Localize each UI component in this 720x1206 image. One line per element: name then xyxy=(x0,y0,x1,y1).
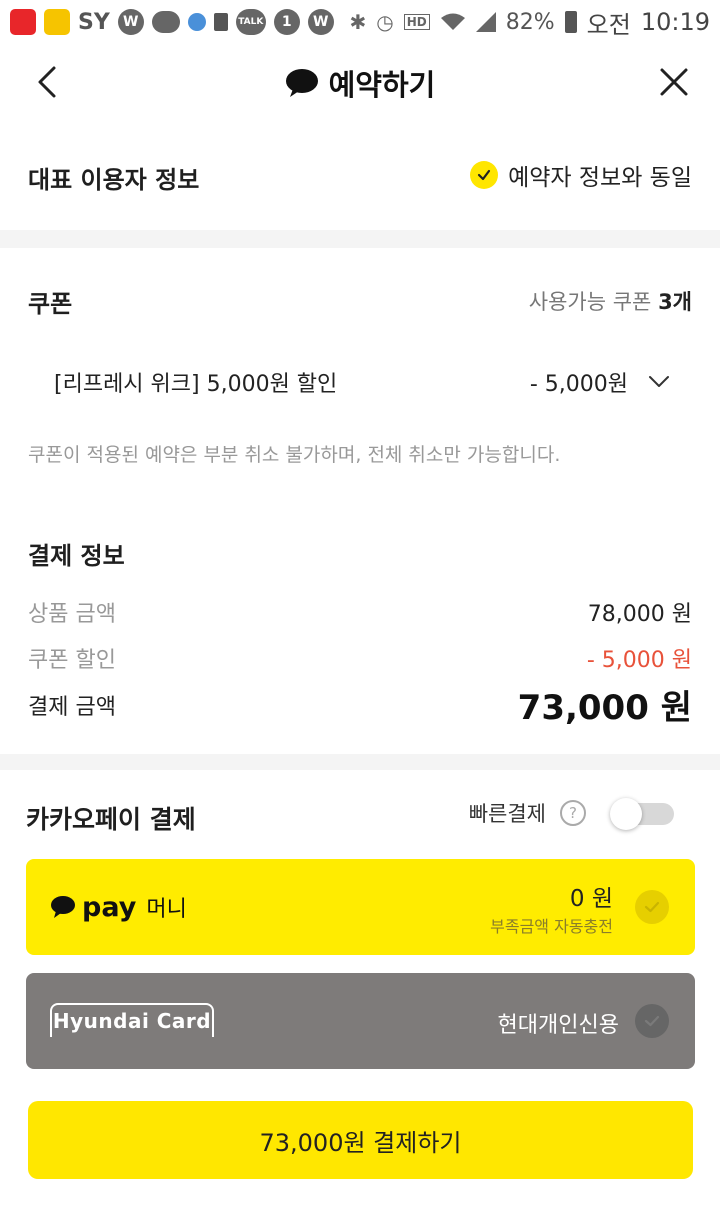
pay-word: pay xyxy=(82,891,137,923)
alarm-icon: ◷ xyxy=(376,10,394,34)
money-label: 머니 xyxy=(146,897,187,922)
product-amount-label: 상품 금액 xyxy=(28,602,116,627)
talk-icon: TALK xyxy=(235,9,266,35)
page-title: 예약하기 xyxy=(328,68,436,102)
quick-pay-group: 빠른결제 ? xyxy=(468,798,674,830)
coupon-discount-row: 쿠폰 할인 - 5,000 원 xyxy=(28,642,692,674)
check-icon xyxy=(635,890,669,924)
speech-bubble-icon xyxy=(285,69,318,97)
coupon-dropdown[interactable]: [리프레시 위크] 5,000원 할인 - 5,000원 xyxy=(54,362,670,402)
hd-label: HD xyxy=(406,15,427,29)
quick-pay-label: 빠른결제 xyxy=(468,802,546,826)
toggle-knob xyxy=(610,798,642,830)
title-group: 예약하기 xyxy=(0,62,720,104)
coupon-notice: 쿠폰이 적용된 예약은 부분 취소 불가하며, 전체 취소만 가능합니다. xyxy=(28,444,561,466)
total-amount-label: 결제 금액 xyxy=(28,694,116,720)
help-icon[interactable]: ? xyxy=(560,800,586,826)
coupon-section: 쿠폰 사용가능 쿠폰 3개 [리프레시 위크] 5,000원 할인 - 5,00… xyxy=(0,248,720,498)
coupon-title: 쿠폰 xyxy=(28,290,73,318)
signal-icon xyxy=(475,12,496,32)
kakaopay-title: 카카오페이 결제 xyxy=(26,805,196,834)
close-button[interactable] xyxy=(654,62,694,102)
coupon-selected-amount: - 5,000원 xyxy=(529,372,628,397)
w-icon: W xyxy=(307,9,334,35)
coupon-available-count: 3개 xyxy=(658,290,692,314)
representative-user-label: 대표 이용자 정보 xyxy=(28,166,200,194)
same-as-booker-checkbox[interactable]: 예약자 정보와 동일 xyxy=(470,158,692,192)
section-divider xyxy=(0,754,720,770)
money-amount: 0 원 xyxy=(569,886,613,912)
battery-icon xyxy=(564,11,577,33)
bluetooth-icon: ✱ xyxy=(349,10,367,34)
app-kb-icon xyxy=(44,9,70,35)
close-icon xyxy=(660,68,688,96)
status-bar: SY W TALK 1 W ✱ ◷ HD 82% 오전 10:19 xyxy=(0,0,720,44)
hyundai-card-option[interactable]: Hyundai Card 현대개인신용 xyxy=(26,973,695,1069)
coupon-selected-name: [리프레시 위크] 5,000원 할인 xyxy=(54,372,338,397)
payment-info-section: 결제 정보 상품 금액 78,000 원 쿠폰 할인 - 5,000 원 결제 … xyxy=(0,520,720,750)
kakaopay-section: 카카오페이 결제 빠른결제 ? pay 머니 0 원 부족금액 자동충전 Hyu… xyxy=(0,770,720,1206)
app-shopping-icon xyxy=(10,9,36,35)
product-amount-row: 상품 금액 78,000 원 xyxy=(28,596,692,628)
chevron-down-icon xyxy=(649,376,669,387)
total-amount-value: 73,000 원 xyxy=(517,688,692,728)
money-auto-charge-note: 부족금액 자동충전 xyxy=(490,917,613,936)
check-icon xyxy=(635,1004,669,1038)
clock-time: 10:19 xyxy=(640,8,710,36)
payment-info-title: 결제 정보 xyxy=(28,542,125,570)
talk-label: TALK xyxy=(238,17,264,27)
sy-text: SY xyxy=(78,9,110,35)
coupon-available: 사용가능 쿠폰 3개 xyxy=(529,286,692,316)
pay-button[interactable]: 73,000원 결제하기 xyxy=(28,1101,693,1179)
chat-bubble-icon xyxy=(151,11,180,33)
badge-one-label: 1 xyxy=(281,14,292,30)
coupon-available-prefix: 사용가능 쿠폰 xyxy=(528,290,659,314)
check-icon xyxy=(470,161,499,189)
speech-bubble-icon xyxy=(51,896,75,918)
representative-user-section: 대표 이용자 정보 예약자 정보와 동일 xyxy=(0,130,720,230)
sim-icon xyxy=(213,13,228,31)
coupon-discount-value: - 5,000 원 xyxy=(586,648,692,673)
battery-percent: 82% xyxy=(505,9,555,35)
w-icon: W xyxy=(117,9,144,35)
same-as-booker-label: 예약자 정보와 동일 xyxy=(508,165,692,191)
section-divider xyxy=(0,230,720,248)
dot-icon xyxy=(187,13,206,31)
kakaopay-money-option[interactable]: pay 머니 0 원 부족금액 자동충전 xyxy=(26,859,695,955)
hyundai-card-logo: Hyundai Card xyxy=(50,1003,214,1037)
kakaopay-logo: pay 머니 xyxy=(50,891,187,923)
app-header: 예약하기 xyxy=(0,44,720,120)
badge-1-icon: 1 xyxy=(273,9,300,35)
total-amount-row: 결제 금액 73,000 원 xyxy=(28,680,692,729)
coupon-discount-label: 쿠폰 할인 xyxy=(28,648,116,673)
wifi-icon xyxy=(440,13,465,30)
hd-voice-icon: HD xyxy=(403,14,430,30)
hyundai-card-name: 현대개인신용 xyxy=(497,1013,619,1038)
product-amount-value: 78,000 원 xyxy=(587,602,692,627)
clock-ampm: 오전 xyxy=(586,10,631,39)
quick-pay-toggle[interactable] xyxy=(610,798,674,830)
